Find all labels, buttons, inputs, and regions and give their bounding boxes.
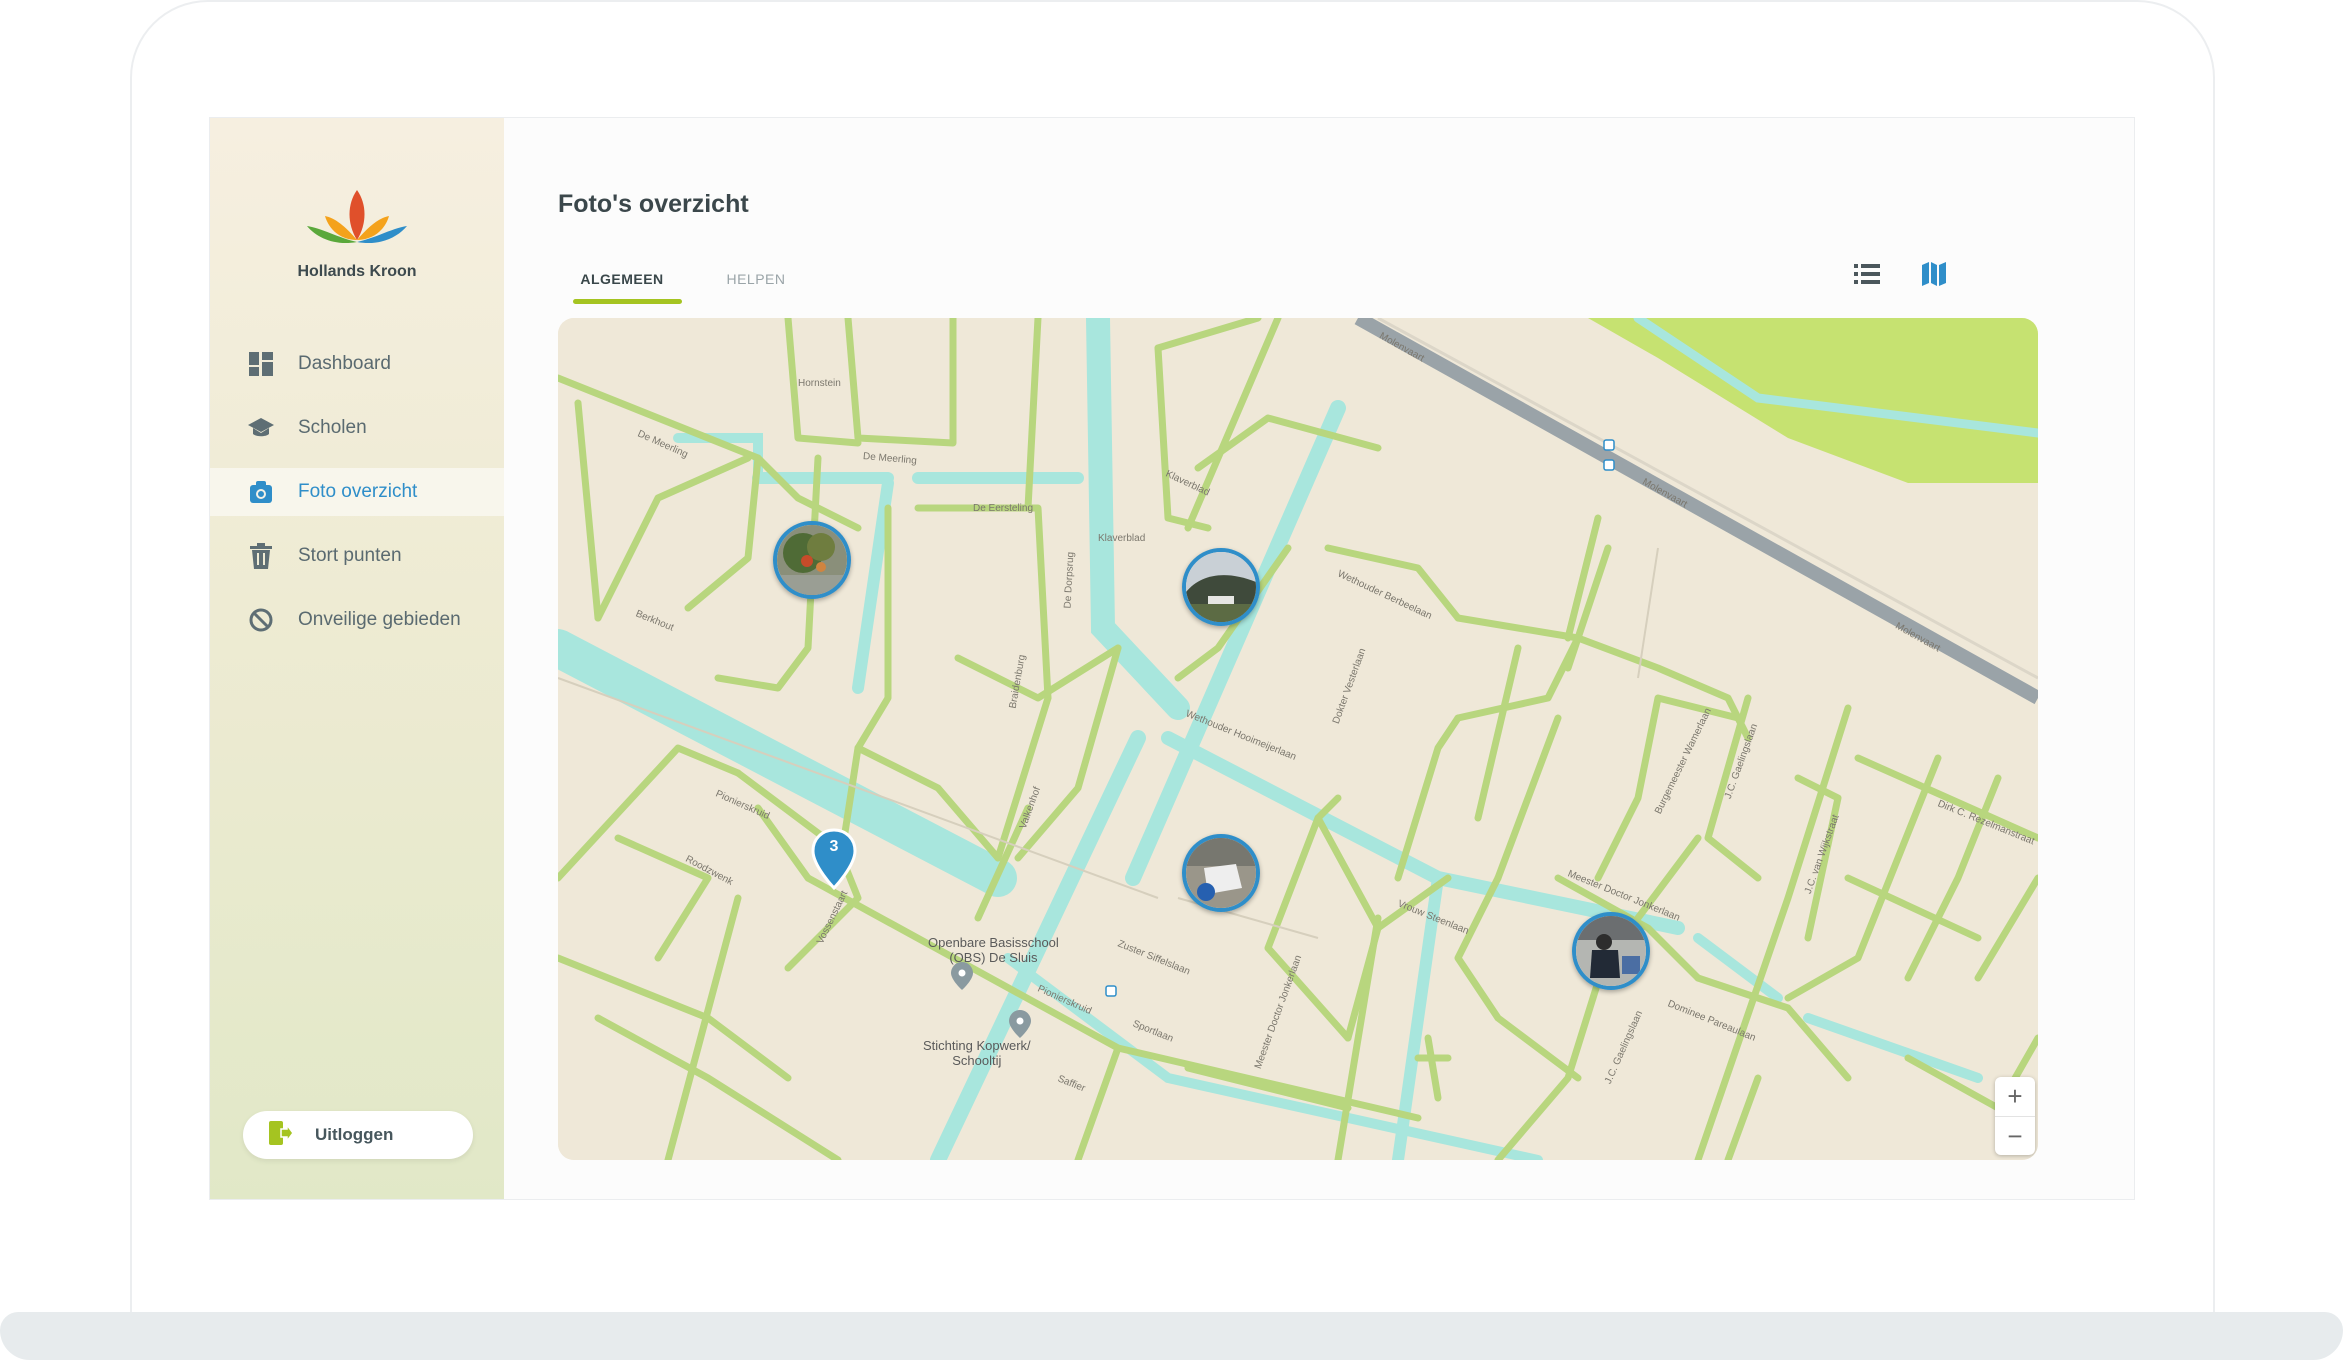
list-view-button[interactable] (1847, 254, 1887, 294)
photo-marker[interactable] (1182, 548, 1260, 626)
map-base-layer (558, 318, 2038, 1160)
sidebar: Hollands Kroon Dashboard Scholen Foto ov… (210, 118, 504, 1199)
photo-thumbnail (1576, 916, 1646, 986)
zoom-out-button[interactable]: − (1995, 1116, 2035, 1155)
sidebar-item-scholen[interactable]: Scholen (210, 404, 504, 452)
sidebar-item-foto-overzicht[interactable]: Foto overzicht (210, 468, 504, 516)
dashboard-icon (248, 351, 274, 377)
page-title: Foto's overzicht (558, 190, 749, 218)
street-label: De Eersteling (973, 503, 1034, 514)
tab-bar: ALGEMEEN HELPEN (558, 263, 826, 304)
sidebar-item-onveilige-gebieden[interactable]: Onveilige gebieden (210, 596, 504, 644)
photo-thumbnail (777, 525, 847, 595)
cluster-marker[interactable]: 3 (810, 828, 858, 895)
hollands-kroon-logo (307, 190, 407, 244)
cluster-count: 3 (829, 838, 839, 855)
app-window: Hollands Kroon Dashboard Scholen Foto ov… (209, 117, 2135, 1200)
photo-thumbnail (1186, 838, 1256, 908)
laptop-base (0, 1312, 2343, 1360)
map[interactable]: Molenvaart Molenvaart Molenvaart Hornste… (558, 318, 2038, 1160)
list-view-icon (1854, 264, 1880, 284)
photo-marker[interactable] (1572, 912, 1650, 990)
trash-icon (248, 543, 274, 569)
zoom-controls: + − (1995, 1077, 2035, 1155)
sidebar-nav: Dashboard Scholen Foto overzicht Stort p… (210, 340, 504, 660)
logout-icon (269, 1120, 294, 1150)
map-view-icon (1922, 262, 1946, 286)
photo-marker[interactable] (773, 521, 851, 599)
street-label: Hornstein (798, 378, 841, 389)
sidebar-item-label: Scholen (298, 417, 367, 438)
logout-label: Uitloggen (315, 1125, 394, 1144)
sidebar-item-label: Foto overzicht (298, 481, 418, 502)
tab-helpen[interactable]: HELPEN (686, 263, 826, 303)
tab-algemeen[interactable]: ALGEMEEN (558, 263, 686, 304)
sidebar-item-label: Stort punten (298, 545, 402, 566)
graduation-cap-icon (248, 415, 274, 441)
brand-name: Hollands Kroon (297, 263, 417, 280)
sidebar-item-dashboard[interactable]: Dashboard (210, 340, 504, 388)
camera-icon (248, 479, 274, 505)
sidebar-item-stort-punten[interactable]: Stort punten (210, 532, 504, 580)
poi-label-foundation: Stichting Kopwerk/ Schooltij (923, 1038, 1031, 1068)
street-label: Klaverblad (1098, 533, 1146, 544)
photo-marker[interactable] (1182, 834, 1260, 912)
poi-label-school: Openbare Basisschool (OBS) De Sluis (928, 935, 1059, 965)
main-content: Foto's overzicht ALGEMEEN HELPEN Molenva… (504, 118, 2134, 1199)
photo-thumbnail (1186, 552, 1256, 622)
logout-button[interactable]: Uitloggen (243, 1111, 473, 1159)
sidebar-item-label: Dashboard (298, 353, 391, 374)
map-view-button[interactable] (1914, 254, 1954, 294)
sidebar-item-label: Onveilige gebieden (298, 609, 461, 630)
zoom-in-button[interactable]: + (1995, 1077, 2035, 1116)
forbidden-icon (248, 607, 274, 633)
